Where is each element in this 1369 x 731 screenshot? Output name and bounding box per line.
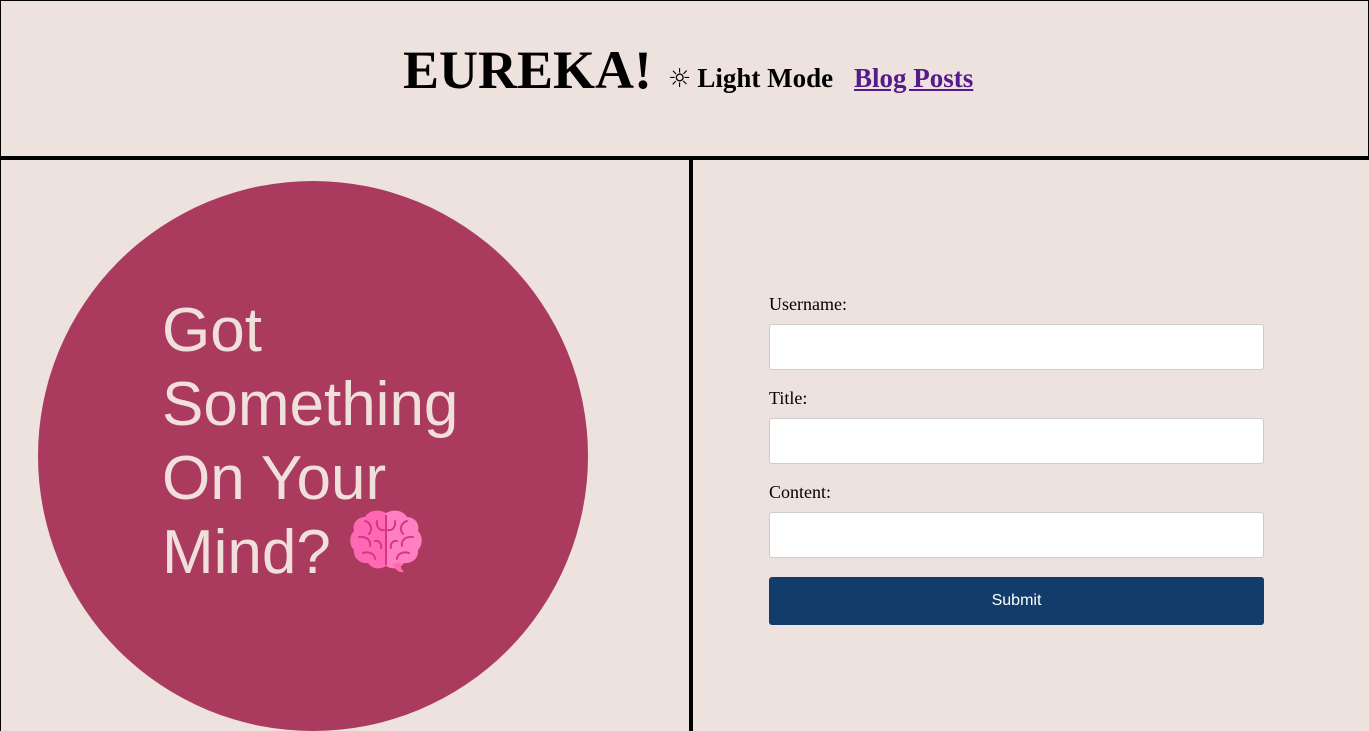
title-label: Title: [769,388,808,408]
submit-button[interactable]: Submit [769,577,1264,625]
header-divider [0,156,1369,160]
hero-line-2: Something [162,370,459,439]
hero-line-4: Mind? [162,518,331,587]
brain-icon [349,507,423,592]
content-label: Content: [769,482,831,502]
post-form: Username: Title: Content: Submit [769,292,1264,625]
hero-line-3: On Your [162,444,387,513]
hero-line-1: Got [162,296,262,365]
content-input[interactable] [769,512,1264,558]
blog-posts-link[interactable]: Blog Posts [854,60,973,96]
light-mode-label: Light Mode [697,63,834,93]
left-border [0,160,1,731]
title-input[interactable] [769,418,1264,464]
hero-heading: Got Something On Your Mind? [162,294,522,592]
site-title: EUREKA! [403,40,653,100]
sun-icon: ☼ [668,64,692,94]
column-divider [689,160,693,731]
username-input[interactable] [769,324,1264,370]
username-label: Username: [769,294,847,314]
light-mode-toggle[interactable]: ☼ Light Mode [668,60,833,97]
